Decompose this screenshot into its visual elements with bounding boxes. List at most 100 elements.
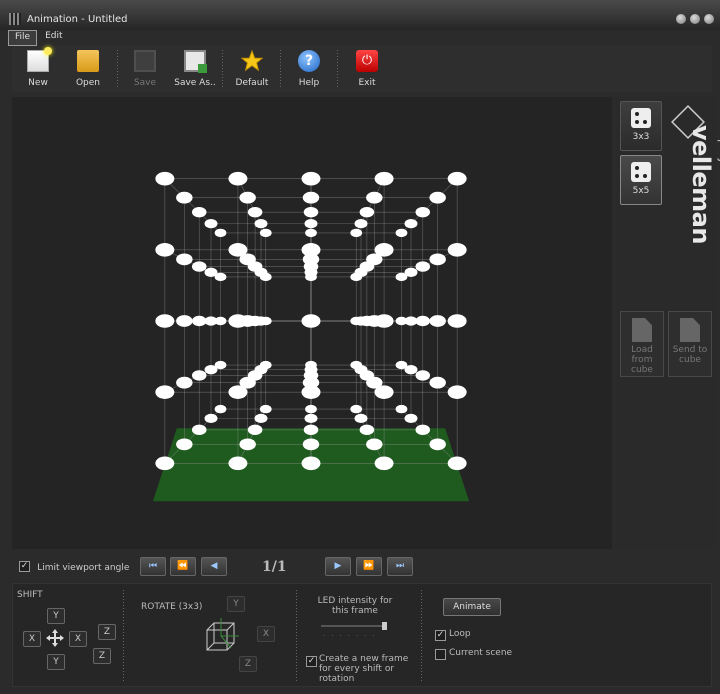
led[interactable] — [176, 253, 193, 266]
led[interactable] — [374, 243, 394, 257]
exit-button[interactable]: ⏻ Exit — [342, 48, 392, 92]
led[interactable] — [176, 438, 193, 451]
load-from-cube-button[interactable]: Load from cube — [620, 311, 664, 377]
open-button[interactable]: Open — [63, 48, 113, 92]
led[interactable] — [447, 243, 467, 257]
cube-size-3x3-button[interactable]: 3x3 — [620, 101, 662, 151]
led[interactable] — [247, 424, 263, 436]
next-frame-button[interactable]: ▶ — [325, 557, 351, 576]
shift-z-up-button[interactable]: Z — [98, 624, 116, 640]
led[interactable] — [395, 404, 408, 414]
led[interactable] — [447, 385, 467, 399]
animate-button[interactable]: Animate — [443, 598, 501, 616]
led[interactable] — [191, 315, 207, 327]
led-intensity-slider[interactable] — [321, 622, 387, 630]
led[interactable] — [304, 413, 318, 424]
led[interactable] — [415, 315, 431, 327]
led[interactable] — [191, 424, 207, 436]
led[interactable] — [176, 191, 193, 204]
led[interactable] — [301, 243, 321, 257]
led[interactable] — [155, 314, 175, 328]
led[interactable] — [254, 218, 268, 229]
led[interactable] — [429, 438, 446, 451]
led[interactable] — [374, 456, 394, 471]
led[interactable] — [395, 228, 408, 238]
limit-viewport-option[interactable]: ✓ Limit viewport angle — [19, 561, 129, 573]
led[interactable] — [429, 253, 446, 266]
led[interactable] — [204, 267, 218, 277]
led[interactable] — [155, 171, 175, 186]
led[interactable] — [303, 424, 319, 436]
led[interactable] — [374, 385, 394, 399]
led[interactable] — [415, 206, 431, 218]
led[interactable] — [228, 243, 248, 257]
led[interactable] — [204, 365, 218, 375]
led[interactable] — [301, 385, 321, 399]
cube-viewport[interactable] — [12, 97, 612, 549]
led[interactable] — [429, 191, 446, 204]
led[interactable] — [429, 376, 446, 389]
led[interactable] — [350, 404, 363, 414]
send-to-cube-button[interactable]: Send to cube — [668, 311, 712, 377]
led[interactable] — [404, 365, 418, 375]
shift-y-up-button[interactable]: Y — [47, 608, 65, 624]
led[interactable] — [239, 438, 256, 451]
led[interactable] — [404, 267, 418, 277]
led[interactable] — [204, 218, 218, 229]
led[interactable] — [301, 314, 321, 328]
led[interactable] — [415, 424, 431, 436]
led[interactable] — [239, 191, 256, 204]
prev-frame-button[interactable]: ◀ — [201, 557, 227, 576]
cube-size-5x5-button[interactable]: 5x5 — [620, 155, 662, 205]
led[interactable] — [214, 404, 227, 414]
rotate-z-button[interactable]: Z — [239, 656, 257, 672]
menu-file[interactable]: File — [8, 30, 38, 46]
loop-checkbox[interactable]: ✓ — [435, 630, 446, 641]
led[interactable] — [415, 261, 431, 272]
led[interactable] — [354, 218, 368, 229]
led-cube-3d-view[interactable] — [12, 97, 612, 549]
default-button[interactable]: Default — [227, 48, 277, 92]
fast-forward-button[interactable]: ⏩ — [356, 557, 382, 576]
led[interactable] — [302, 438, 320, 451]
led-intensity-thumb[interactable] — [382, 622, 387, 630]
new-button[interactable]: New — [13, 47, 63, 92]
led[interactable] — [214, 228, 227, 238]
led[interactable] — [447, 171, 467, 186]
led[interactable] — [359, 424, 375, 436]
save-as-button[interactable]: Save As.. — [170, 48, 220, 92]
led[interactable] — [301, 456, 321, 471]
led[interactable] — [228, 385, 248, 399]
rotate-y-button[interactable]: Y — [227, 596, 245, 612]
help-button[interactable]: ? Help — [284, 48, 334, 92]
shift-x-left-button[interactable]: X — [23, 631, 41, 647]
led[interactable] — [155, 385, 175, 399]
limit-viewport-checkbox[interactable]: ✓ — [19, 561, 30, 572]
led[interactable] — [354, 413, 368, 424]
rewind-button[interactable]: ⏪ — [170, 557, 196, 576]
led[interactable] — [247, 206, 263, 218]
rotate-x-button[interactable]: X — [257, 626, 275, 642]
led[interactable] — [302, 191, 320, 204]
led[interactable] — [404, 413, 418, 424]
led[interactable] — [374, 314, 394, 328]
led[interactable] — [374, 171, 394, 186]
shift-x-right-button[interactable]: X — [69, 631, 87, 647]
led[interactable] — [303, 206, 319, 218]
menu-edit[interactable]: Edit — [39, 30, 68, 46]
led[interactable] — [447, 456, 467, 471]
led[interactable] — [176, 315, 193, 327]
led[interactable] — [415, 370, 431, 381]
current-scene-checkbox[interactable] — [435, 649, 446, 660]
led[interactable] — [191, 370, 207, 381]
led[interactable] — [304, 218, 318, 229]
led[interactable] — [155, 243, 175, 257]
minimize-button[interactable] — [676, 14, 686, 24]
led[interactable] — [176, 376, 193, 389]
led[interactable] — [191, 206, 207, 218]
led[interactable] — [359, 206, 375, 218]
led[interactable] — [305, 228, 317, 238]
shift-z-down-button[interactable]: Z — [93, 648, 111, 664]
led[interactable] — [254, 413, 268, 424]
save-button[interactable]: Save — [120, 48, 170, 92]
